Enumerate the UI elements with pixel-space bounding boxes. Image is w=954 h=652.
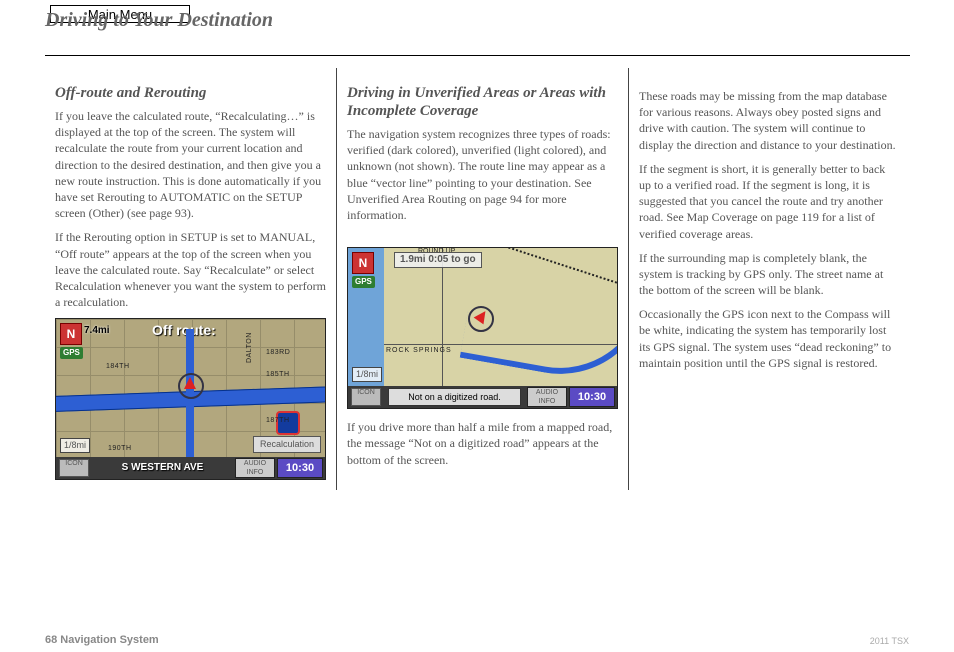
gps-badge: GPS — [60, 347, 83, 359]
distance-to-dest: 7.4mi — [84, 325, 110, 337]
map-icon-button[interactable]: ICON — [59, 459, 89, 477]
scale-badge: 1/8mi — [352, 367, 382, 382]
nav-screenshot-not-digitized: N GPS ROUND UP 1.9mi 0:05 to go ROCK SPR… — [347, 247, 618, 409]
street-187: 187TH — [266, 417, 290, 425]
section-title: Driving to Your Destination — [45, 9, 273, 31]
heading-unverified: Driving in Unverified Areas or Areas wit… — [347, 84, 618, 120]
compass-icon: N — [352, 252, 374, 274]
distance-time-to-go: 1.9mi 0:05 to go — [394, 252, 482, 268]
street-184: 184TH — [106, 363, 130, 371]
nav-screenshot-off-route: N GPS 7.4mi Off route: 183RD 184TH 185TH… — [55, 318, 326, 480]
three-column-body: Off-route and Rerouting If you leave the… — [45, 68, 910, 490]
col3-p1: These roads may be missing from the map … — [639, 88, 900, 153]
col3-p2: If the segment is short, it is generally… — [639, 161, 900, 242]
col2-p1: The navigation system recognizes three t… — [347, 126, 618, 223]
page-footer-right: 2011 TSX — [870, 636, 909, 646]
street-dalton: DALTON — [246, 333, 254, 364]
column-3: These roads may be missing from the map … — [628, 68, 910, 490]
off-route-title: Off route: — [152, 322, 216, 338]
page-footer-left: 68 Navigation System — [45, 634, 159, 646]
heading-offroute: Off-route and Rerouting — [55, 84, 326, 102]
compass-icon: N — [60, 323, 82, 345]
horizontal-rule — [45, 55, 910, 56]
clock-display: 10:30 — [569, 387, 615, 407]
column-2: Driving in Unverified Areas or Areas wit… — [336, 68, 628, 490]
recalculation-button[interactable]: Recalculation — [253, 436, 321, 453]
vehicle-arrow-icon — [184, 377, 196, 389]
not-digitized-message: Not on a digitized road. — [388, 388, 521, 406]
street-190: 190TH — [108, 445, 132, 453]
gps-badge: GPS — [352, 276, 375, 288]
rock-springs-label: ROCK SPRINGS — [386, 347, 452, 355]
bottom-bar: ICON S WESTERN AVE AUDIO INFO 10:30 — [56, 457, 325, 479]
col1-p2: If the Rerouting option in SETUP is set … — [55, 229, 326, 310]
col2-p2: If you drive more than half a mile from … — [347, 419, 618, 468]
manual-page: Main Menu Driving to Your Destination Of… — [0, 0, 954, 652]
col1-p1: If you leave the calculated route, “Reca… — [55, 108, 326, 221]
current-street-name: S WESTERN AVE — [92, 462, 233, 474]
road-vertical — [442, 248, 443, 386]
audio-info-button[interactable]: AUDIO INFO — [235, 458, 275, 478]
col3-p3: If the surrounding map is completely bla… — [639, 250, 900, 299]
clock-display: 10:30 — [277, 458, 323, 478]
map-icon-button[interactable]: ICON — [351, 388, 381, 406]
street-185: 185TH — [266, 371, 290, 379]
audio-info-button[interactable]: AUDIO INFO — [527, 387, 567, 407]
column-1: Off-route and Rerouting If you leave the… — [45, 68, 336, 490]
col3-p4: Occasionally the GPS icon next to the Co… — [639, 306, 900, 371]
street-183: 183RD — [266, 349, 290, 357]
bottom-bar: ICON Not on a digitized road. AUDIO INFO… — [348, 386, 617, 408]
scale-badge: 1/8mi — [60, 438, 90, 453]
